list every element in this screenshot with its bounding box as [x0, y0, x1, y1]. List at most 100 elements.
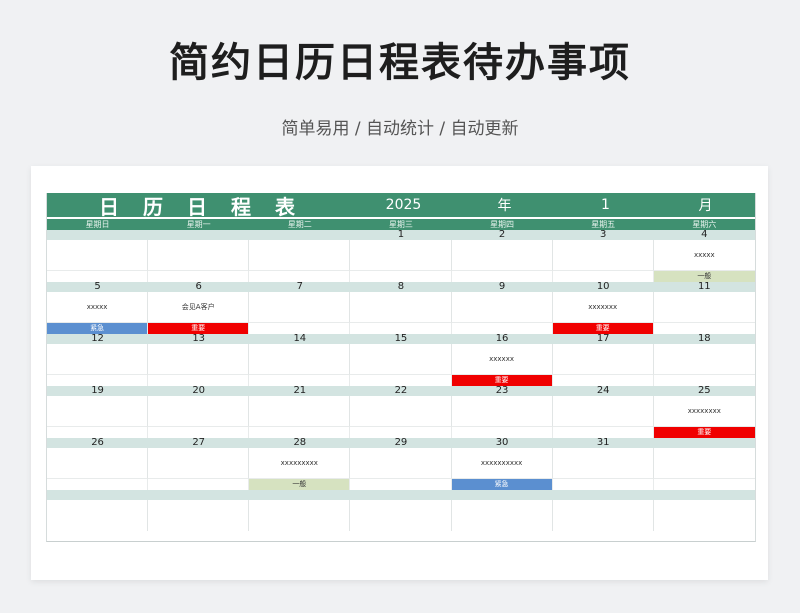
week-2: 5 6 7 8 9 10 11 xxxxx 会见A客户 xxxxxxx 紧急 重要 重要 [47, 282, 755, 334]
day-note-cell[interactable] [47, 344, 149, 375]
header-char-4: 程 [231, 194, 251, 219]
day-note-cell[interactable]: 会见A客户 [148, 292, 250, 323]
day-note-cell[interactable] [47, 448, 149, 479]
priority-tag[interactable] [47, 479, 149, 490]
day-note-cell[interactable]: xxxxx [653, 240, 755, 271]
weekday-mon: 星期一 [186, 220, 211, 229]
day-note-cell[interactable] [451, 292, 553, 323]
date-row: 12 13 14 15 16 17 18 [47, 334, 755, 344]
empty-cell[interactable] [654, 500, 755, 531]
day-note-cell[interactable] [552, 344, 654, 375]
day-note-cell[interactable] [451, 240, 553, 271]
date-number: 18 [697, 333, 711, 344]
empty-cell[interactable] [47, 500, 149, 531]
day-note-cell[interactable] [350, 396, 452, 427]
date-number: 13 [192, 333, 206, 344]
day-note-cell[interactable] [552, 448, 654, 479]
day-note-cell[interactable] [552, 240, 654, 271]
day-note-cell[interactable] [249, 344, 351, 375]
day-note-cell[interactable] [249, 240, 351, 271]
day-note-cell[interactable] [148, 396, 250, 427]
priority-tag[interactable] [553, 479, 654, 490]
week-5: 26 27 28 29 30 31 xxxxxxxxx xxxxxxxxxx 一般 紧急 [47, 438, 755, 490]
note-row: xxxxx 会见A客户 xxxxxxx [47, 292, 755, 323]
day-note-cell[interactable]: xxxxx [47, 292, 149, 323]
week-3: 12 13 14 15 16 17 18 xxxxxx 重要 [47, 334, 755, 386]
day-note-cell[interactable]: xxxxxxx [552, 292, 654, 323]
date-number: 9 [498, 281, 506, 292]
header-year-unit: 年 [497, 198, 512, 214]
priority-tag[interactable] [350, 479, 452, 490]
empty-cell[interactable] [553, 500, 654, 531]
priority-tag[interactable]: 紧急 [451, 479, 553, 490]
note-row: xxxxxxxx [47, 396, 755, 427]
main-title: 简约日历日程表待办事项 [169, 40, 631, 86]
weeks-container: 1 2 3 4 xxxxx 一般 5 6 7 8 9 10 11 xxxxx 会见A客户 xxxxxxx 紧急重… [47, 230, 755, 490]
bottom-pad [47, 531, 755, 541]
calendar-header: 日 历 日 程 表 2025 年 1 月 [47, 193, 755, 219]
date-number: 5 [94, 281, 101, 292]
note-row: xxxxx [47, 240, 755, 271]
empty-cell[interactable] [452, 500, 553, 531]
header-char-2: 历 [143, 194, 163, 219]
date-number: 12 [91, 333, 104, 344]
header-month-unit: 月 [698, 198, 713, 214]
header-char-5: 表 [275, 194, 295, 219]
day-note-cell[interactable]: xxxxxxxxx [249, 448, 351, 479]
day-note-cell[interactable] [47, 240, 149, 271]
date-row: 19 20 21 22 23 24 25 [47, 386, 755, 396]
day-note-cell[interactable] [653, 292, 755, 323]
day-note-cell[interactable] [350, 240, 452, 271]
date-number: 29 [394, 437, 408, 448]
date-number: 14 [293, 333, 307, 344]
day-note-cell[interactable]: xxxxxxxxxx [451, 448, 553, 479]
day-note-cell[interactable] [451, 396, 553, 427]
day-note-cell[interactable] [350, 344, 452, 375]
date-row: 5 6 7 8 9 10 11 [47, 282, 755, 292]
empty-cell-row [47, 500, 755, 531]
day-note-cell[interactable] [350, 448, 452, 479]
day-note-cell[interactable] [653, 344, 755, 375]
day-note-cell[interactable] [47, 396, 149, 427]
priority-tag[interactable] [654, 479, 755, 490]
date-number: 11 [697, 281, 711, 292]
header-char-1: 日 [99, 194, 119, 219]
header-char-3: 日 [187, 194, 207, 219]
day-note-cell[interactable] [148, 344, 250, 375]
date-number: 30 [495, 437, 509, 448]
date-number: 27 [192, 437, 206, 448]
header-year[interactable]: 2025 [353, 197, 454, 213]
day-note-cell[interactable]: xxxxxxxx [653, 396, 755, 427]
tag-row: 一般 紧急 [47, 479, 755, 490]
date-number: 20 [192, 385, 206, 396]
calendar-card: 日 历 日 程 表 2025 年 1 月 星期日 星期一 星期二 星期三 星期四… [31, 166, 768, 580]
subtitle: 简单易用 / 自动统计 / 自动更新 [281, 119, 519, 139]
day-note-cell[interactable] [350, 292, 452, 323]
day-note-cell[interactable] [148, 240, 250, 271]
week-1: 1 2 3 4 xxxxx 一般 [47, 230, 755, 282]
note-row: xxxxxxxxx xxxxxxxxxx [47, 448, 755, 479]
empty-cell[interactable] [148, 500, 250, 531]
priority-tag[interactable] [148, 479, 250, 490]
day-note-cell[interactable] [249, 396, 351, 427]
date-number [47, 230, 148, 240]
date-number: 31 [596, 437, 610, 448]
header-month[interactable]: 1 [555, 197, 656, 213]
date-number: 15 [394, 333, 408, 344]
priority-tag[interactable]: 一般 [249, 479, 351, 490]
calendar-grid: 日 历 日 程 表 2025 年 1 月 星期日 星期一 星期二 星期三 星期四… [46, 193, 756, 542]
date-number: 21 [293, 385, 307, 396]
date-number: 26 [91, 437, 104, 448]
empty-cell[interactable] [249, 500, 351, 531]
day-note-cell[interactable] [552, 396, 654, 427]
note-row: xxxxxx [47, 344, 755, 375]
date-number [249, 230, 350, 240]
day-note-cell[interactable] [249, 292, 351, 323]
empty-cell[interactable] [350, 500, 452, 531]
weekday-sun: 星期日 [85, 220, 110, 229]
priority-tag[interactable]: 重要 [653, 427, 755, 438]
day-note-cell[interactable] [148, 448, 250, 479]
day-note-cell[interactable]: xxxxxx [451, 344, 553, 375]
date-number: 4 [701, 229, 708, 240]
day-note-cell[interactable] [653, 448, 755, 479]
